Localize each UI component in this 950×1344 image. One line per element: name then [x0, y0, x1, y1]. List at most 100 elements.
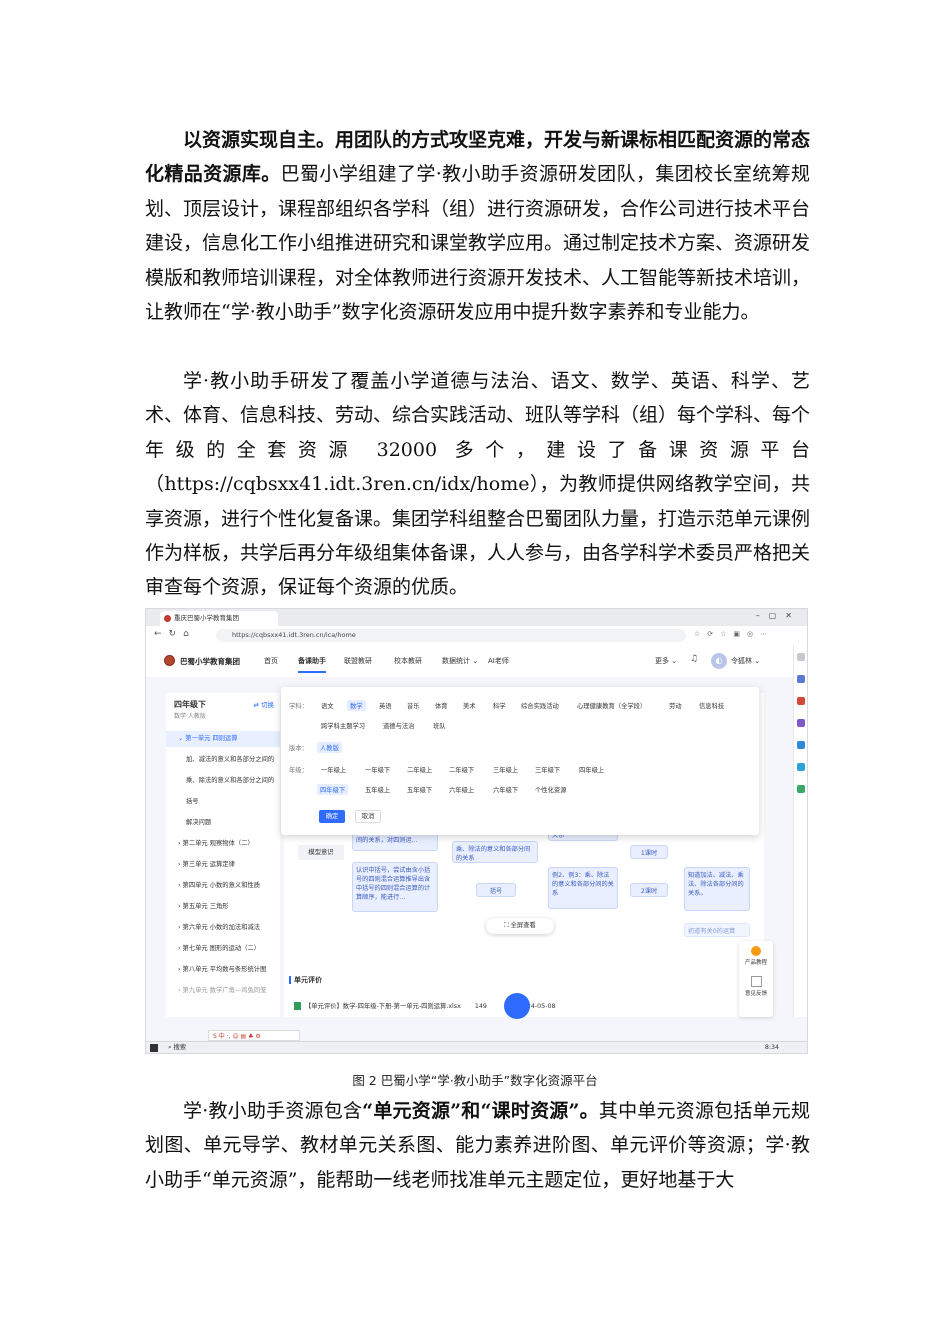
- sidebar-item[interactable]: › 第三单元 运算定律: [166, 857, 280, 873]
- menu-lesson-prep[interactable]: 备课助手: [298, 656, 326, 673]
- help-panel: 产品教程 意见反馈: [739, 941, 773, 1017]
- avatar[interactable]: ◐: [711, 653, 727, 669]
- mindmap-node[interactable]: 2课时: [630, 883, 668, 897]
- toolbox-icon[interactable]: [797, 697, 805, 705]
- sidebar-item[interactable]: › 第八单元 平均数与条形统计图: [166, 962, 280, 978]
- sidebar-item[interactable]: 解决问题: [166, 815, 280, 831]
- edition-option[interactable]: 人教版: [317, 742, 342, 753]
- sidebar-item[interactable]: › 第九单元 数学广角—鸡兔同笼: [166, 983, 280, 999]
- sidebar-item[interactable]: 加、减法的意义和各部分之间的: [166, 752, 280, 768]
- mindmap-node[interactable]: 1课时: [630, 845, 668, 859]
- subject-option[interactable]: 劳动: [669, 701, 682, 710]
- address-bar: ←↻⌂ https://cqbsxx41.idt.3ren.cn/ica/hom…: [146, 626, 807, 646]
- window-controls[interactable]: –▢✕: [756, 611, 801, 620]
- paragraph-1: 以资源实现自主。用团队的方式攻坚克难，开发与新课标相匹配资源的常态化精品资源库。…: [145, 123, 810, 329]
- unit-eval-title: 单元评价: [289, 976, 322, 984]
- menu-ai-teacher[interactable]: AI老师: [488, 656, 509, 666]
- grade-option[interactable]: 二年级下: [449, 765, 474, 774]
- grade-option[interactable]: 三年级下: [535, 765, 560, 774]
- sidebar-item[interactable]: › 第四单元 小数的意义和性质: [166, 878, 280, 894]
- edition-label: 版本：: [289, 745, 308, 752]
- sidebar-item[interactable]: › 第六单元 小数的加法和减法: [166, 920, 280, 936]
- mindmap-node[interactable]: 初道有关0的运算: [684, 923, 750, 937]
- url-field[interactable]: https://cqbsxx41.idt.3ren.cn/ica/home: [216, 629, 686, 642]
- subject-option[interactable]: 跨学科主题学习: [321, 721, 365, 730]
- sidebar-item[interactable]: › 第二单元 观察物体（二）: [166, 836, 280, 852]
- unit-sidebar: 四年级下 ⇄ 切换 数学·人教版 ⌄ 第一单元 四则运算 加、减法的意义和各部分…: [166, 693, 280, 1017]
- tab-title: 重庆巴蜀小学教育集团: [174, 614, 239, 622]
- browser-toolbar-icons[interactable]: ☆⟳☆▣◎⋯: [694, 630, 774, 638]
- subject-option[interactable]: 科学: [493, 701, 506, 710]
- cancel-button[interactable]: 取消: [355, 810, 381, 823]
- sidebar-item[interactable]: 括号: [166, 794, 280, 810]
- circle-icon[interactable]: [797, 741, 805, 749]
- model-awareness-tag[interactable]: 模型意识: [298, 845, 344, 860]
- grade-option[interactable]: 二年级上: [407, 765, 432, 774]
- mindmap-node[interactable]: 知道加法、减法、乘法、除法各部分间的关系。: [684, 867, 750, 911]
- subject-option[interactable]: 美术: [463, 701, 476, 710]
- taskbar-search[interactable]: ⌕ 搜索: [168, 1043, 248, 1053]
- fullscreen-button[interactable]: ⛶ 全屏查看: [486, 918, 554, 934]
- file-row[interactable]: 【单元评价】数学-四年级-下册-第一单元-四则运算.xlsx 149 2024-…: [294, 999, 614, 1015]
- confirm-button[interactable]: 确定: [319, 810, 345, 823]
- subject-option[interactable]: 信息科技: [699, 701, 724, 710]
- subject-option[interactable]: 体育: [435, 701, 448, 710]
- mindmap-node[interactable]: 乘、除法的意义和各部分间的关系: [452, 841, 538, 863]
- outlook-icon[interactable]: [797, 763, 805, 771]
- user-name[interactable]: 令狐林 ⌄: [731, 656, 760, 666]
- grade-option[interactable]: 五年级上: [365, 785, 390, 794]
- bell-icon[interactable]: ♫: [690, 654, 698, 664]
- subject-option[interactable]: 道德与法治: [383, 721, 414, 730]
- subject-option[interactable]: 数学: [347, 700, 366, 711]
- file-name: 【单元评价】数学-四年级-下册-第一单元-四则运算.xlsx: [305, 1003, 461, 1010]
- subject-option[interactable]: 语文: [321, 701, 334, 710]
- grade-option[interactable]: 一年级下: [365, 765, 390, 774]
- menu-stats[interactable]: 数据统计 ⌄: [442, 656, 478, 666]
- grade-title: 四年级下: [174, 700, 206, 709]
- taskbar: ⌕ 搜索 8:34: [146, 1041, 807, 1053]
- more-menu[interactable]: 更多 ⌄: [655, 656, 677, 666]
- drop-icon[interactable]: [797, 785, 805, 793]
- subject-label: 学科：: [289, 703, 308, 710]
- browser-tab[interactable]: 重庆巴蜀小学教育集团: [160, 611, 278, 626]
- feedback-label[interactable]: 意见反馈: [739, 989, 773, 997]
- search-icon[interactable]: [797, 653, 805, 661]
- subject-option[interactable]: 心理健康教育（全学段）: [577, 701, 646, 710]
- tag-icon[interactable]: [797, 675, 805, 683]
- filter-popup: 学科： 语文 数学 英语 音乐 体育 美术 科学 综合实践活动 心理健康教育（全…: [281, 687, 759, 835]
- sidebar-item[interactable]: 乘、除法的意义和各部分之间的: [166, 773, 280, 789]
- people-icon[interactable]: [797, 719, 805, 727]
- sidebar-item[interactable]: › 第七单元 图形的运动（二）: [166, 941, 280, 957]
- subject-option[interactable]: 音乐: [407, 701, 420, 710]
- grade-option[interactable]: 四年级上: [579, 765, 604, 774]
- file-size: 149: [474, 1003, 487, 1010]
- mindmap-node[interactable]: 例2、例3：乘、除法的意义和各部分间的关系: [548, 867, 618, 909]
- subject-option[interactable]: 综合实践活动: [521, 701, 559, 710]
- grade-option[interactable]: 六年级上: [449, 785, 474, 794]
- grade-option[interactable]: 四年级下: [317, 784, 349, 795]
- mindmap-node[interactable]: 括号: [476, 883, 516, 897]
- switch-button[interactable]: ⇄ 切换: [253, 699, 274, 709]
- subject-option[interactable]: 英语: [379, 701, 392, 710]
- floating-action-button[interactable]: [504, 993, 530, 1019]
- site-favicon-icon: [164, 615, 171, 622]
- brand-name: 巴蜀小学教育集团: [180, 657, 240, 666]
- windows-start-icon[interactable]: [150, 1044, 158, 1052]
- grade-option[interactable]: 五年级下: [407, 785, 432, 794]
- menu-alliance[interactable]: 联盟教研: [344, 656, 372, 666]
- ime-toolbar[interactable]: S 中 ·, ☺ ▤ ♣ ⚙: [208, 1030, 300, 1041]
- mindmap-node[interactable]: 认识中括号，尝试由含小括号的四则混合运算推导出含中括号的四则混合运算的计算顺序，…: [352, 862, 438, 912]
- sidebar-item[interactable]: › 第五单元 三角形: [166, 899, 280, 915]
- nav-icons[interactable]: ←↻⌂: [154, 629, 196, 639]
- menu-home[interactable]: 首页: [264, 656, 278, 666]
- grade-option[interactable]: 一年级上: [321, 765, 346, 774]
- grade-option[interactable]: 个性化资源: [535, 785, 566, 794]
- grade-option[interactable]: 三年级上: [493, 765, 518, 774]
- menu-school-research[interactable]: 校本教研: [394, 656, 422, 666]
- subject-option[interactable]: 班队: [433, 721, 446, 730]
- feedback-icon[interactable]: [750, 976, 762, 987]
- grade-option[interactable]: 六年级下: [493, 785, 518, 794]
- sidebar-item[interactable]: ⌄ 第一单元 四则运算: [166, 731, 280, 747]
- tutorial-label[interactable]: 产品教程: [739, 958, 773, 966]
- tutorial-icon[interactable]: [751, 946, 761, 956]
